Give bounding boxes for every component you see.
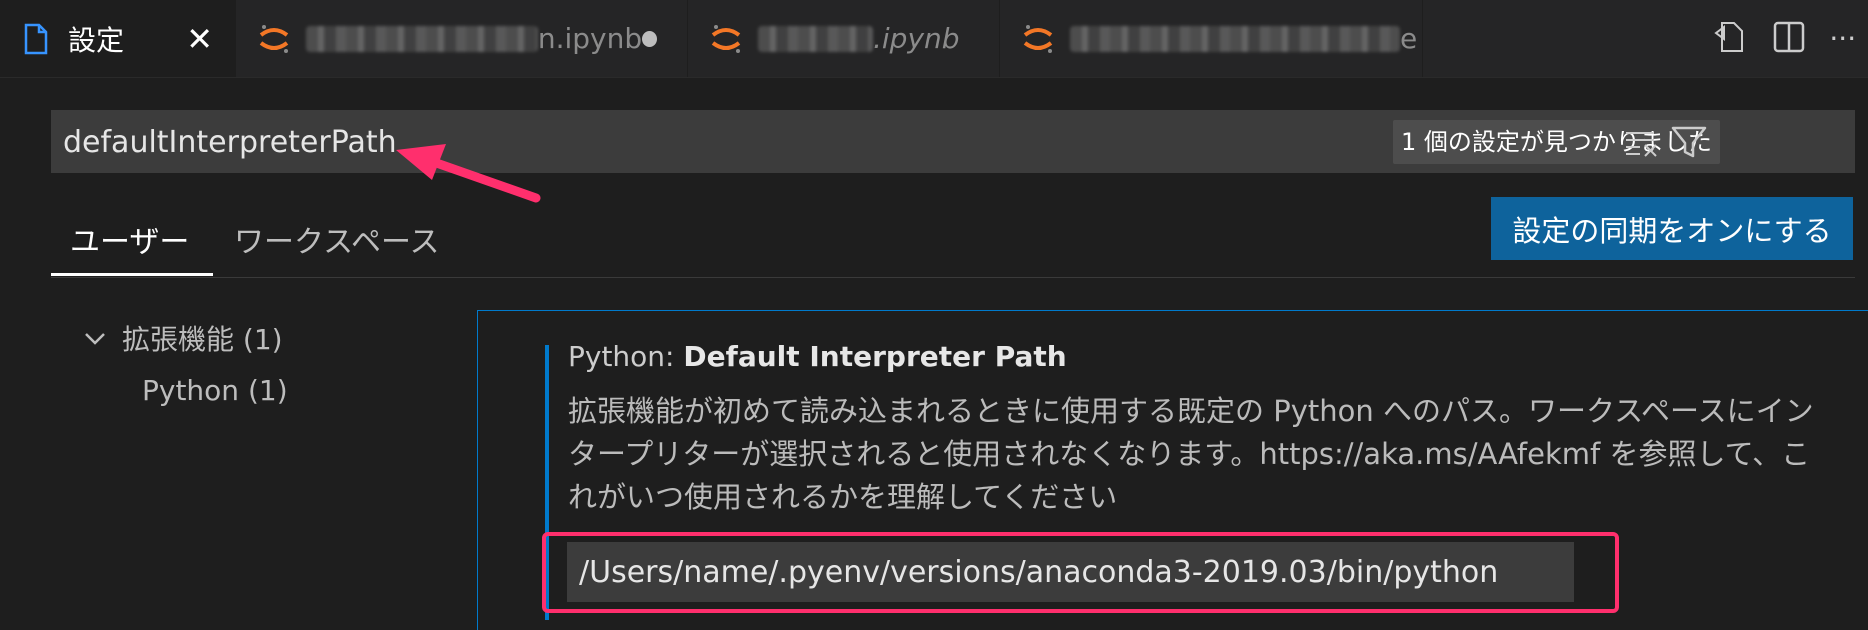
toc-item-extensions[interactable]: 拡張機能 (1) <box>80 312 288 364</box>
close-icon[interactable]: ✕ <box>186 20 213 58</box>
setting-title: Python: Default Interpreter Path <box>568 340 1067 373</box>
settings-toc: 拡張機能 (1) Python (1) <box>80 312 288 416</box>
arrow-annotation-icon <box>396 144 541 203</box>
jupyter-icon <box>256 21 292 57</box>
open-json-icon[interactable] <box>1712 19 1748 59</box>
turn-on-settings-sync-button[interactable]: 設定の同期をオンにする <box>1491 197 1853 260</box>
filter-icon[interactable] <box>1669 122 1709 162</box>
tab-label-suffix: n.ipynb <box>537 22 643 55</box>
tab-label: 設定 <box>68 23 125 57</box>
tab-settings[interactable]: 設定 ✕ <box>0 0 236 77</box>
jupyter-icon <box>1020 21 1056 57</box>
setting-name: Default Interpreter Path <box>683 340 1067 373</box>
clear-filter-icon[interactable] <box>1624 124 1660 160</box>
chevron-down-icon <box>80 323 110 353</box>
redacted-filename <box>1070 25 1400 52</box>
tab-label-suffix: e <box>1400 22 1418 55</box>
tab-label-suffix: .ipynb <box>873 22 960 55</box>
editor-actions: ··· <box>1700 0 1868 77</box>
tab-notebook-3[interactable]: e <box>1000 0 1423 77</box>
highlight-annotation <box>542 532 1619 613</box>
split-editor-icon[interactable] <box>1772 20 1806 58</box>
tab-workspace[interactable]: ワークスペース <box>234 217 440 261</box>
tab-user[interactable]: ユーザー <box>70 217 189 261</box>
tab-notebook-1[interactable]: n.ipynb <box>236 0 688 77</box>
file-icon <box>18 21 54 57</box>
redacted-filename <box>758 25 873 52</box>
editor-tab-bar: 設定 ✕ n.ipynb .ipynb e ··· <box>0 0 1868 78</box>
unsaved-dot-icon[interactable] <box>642 30 657 47</box>
redacted-filename <box>306 25 538 52</box>
jupyter-icon <box>708 21 744 57</box>
active-tab-underline <box>51 273 213 276</box>
setting-description: 拡張機能が初めて読み込まれるときに使用する既定の Python へのパス。ワーク… <box>568 394 1814 514</box>
tab-notebook-2[interactable]: .ipynb <box>688 0 1000 77</box>
more-actions-icon[interactable]: ··· <box>1829 22 1856 55</box>
search-input[interactable] <box>51 110 1365 175</box>
toc-item-python[interactable]: Python (1) <box>80 364 288 416</box>
settings-search-bar: 1 個の設定が見つかりました <box>51 110 1855 175</box>
toc-item-label: 拡張機能 (1) <box>122 323 283 356</box>
toc-item-label: Python (1) <box>142 373 288 407</box>
setting-category: Python: <box>568 340 675 373</box>
